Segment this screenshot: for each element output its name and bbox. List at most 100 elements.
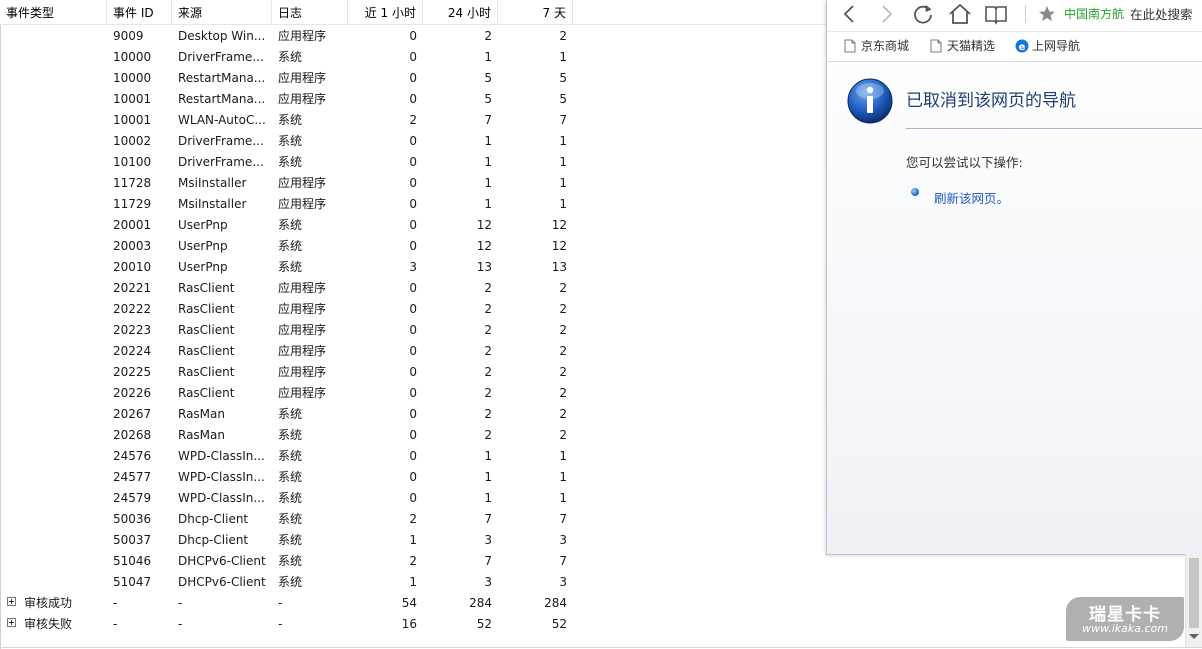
table-row[interactable]: 51046 DHCPv6-Client 系统 2 7 7 [0,551,600,572]
cell-last-hour: 0 [409,281,417,295]
cell-last-hour: 0 [409,239,417,253]
table-row[interactable]: 9009 Desktop Win... 应用程序 0 2 2 [0,26,600,47]
cell-event-id: 11728 [113,176,152,190]
cell-log: 应用程序 [278,344,327,358]
table-row[interactable]: 11728 MsiInstaller 应用程序 0 1 1 [0,173,600,194]
cell-log: 应用程序 [278,365,327,379]
cell-event-id: 10002 [113,134,152,148]
table-row[interactable]: 50036 Dhcp-Client 系统 2 7 7 [0,509,600,530]
cell-7-days: 7 [559,554,567,568]
column-header-source[interactable]: 来源 [172,0,272,24]
column-header-event-id[interactable]: 事件 ID [107,0,172,24]
favorite-label: 京东商城 [861,39,910,53]
cell-7-days: 1 [559,50,567,64]
cell-7-days: 1 [559,449,567,463]
cell-event-id: 11729 [113,197,152,211]
table-row[interactable]: 24576 WPD-ClassIn... 系统 0 1 1 [0,446,600,467]
expand-plus-icon[interactable] [7,597,16,606]
cell-24-hours: 7 [484,113,492,127]
table-row[interactable]: 10002 DriverFrame... 系统 0 1 1 [0,131,600,152]
column-header-event-type[interactable]: 事件类型 [0,0,107,24]
table-row[interactable]: 20221 RasClient 应用程序 0 2 2 [0,278,600,299]
table-row[interactable]: 10100 DriverFrame... 系统 0 1 1 [0,152,600,173]
cell-source: WLAN-AutoC... [178,113,266,127]
cell-event-id: 20225 [113,365,152,379]
cell-24-hours: 3 [484,533,492,547]
table-row[interactable]: 10001 RestartMana... 应用程序 0 5 5 [0,89,600,110]
table-row[interactable]: 20268 RasMan 系统 0 2 2 [0,425,600,446]
cell-log: 应用程序 [278,386,327,400]
cell-source: RestartMana... [178,92,266,106]
cell-last-hour: 1 [409,575,417,589]
table-row[interactable]: 20267 RasMan 系统 0 2 2 [0,404,600,425]
svg-text:e: e [1019,42,1026,53]
table-row[interactable]: 11729 MsiInstaller 应用程序 0 1 1 [0,194,600,215]
cell-24-hours: 2 [484,365,492,379]
search-box[interactable]: 在此处搜索 [1130,4,1193,23]
cell-7-days: 284 [544,596,567,610]
cell-source: - [178,596,183,610]
cell-log: 应用程序 [278,29,327,43]
site-name-link[interactable]: 中国南方航 [1064,5,1124,22]
cell-7-days: 1 [559,155,567,169]
column-header-log[interactable]: 日志 [272,0,348,24]
table-row[interactable]: 20222 RasClient 应用程序 0 2 2 [0,299,600,320]
cell-event-id: 10001 [113,92,152,106]
cell-24-hours: 1 [484,470,492,484]
cell-24-hours: 12 [476,218,492,232]
table-row[interactable]: 20010 UserPnp 系统 3 13 13 [0,257,600,278]
cell-last-hour: 0 [409,71,417,85]
cell-event-id: 10000 [113,50,152,64]
group-row[interactable]: 审核成功 - - - 54 284 284 [0,593,600,614]
expand-plus-icon[interactable] [7,618,16,627]
cell-log: 系统 [278,218,303,232]
cell-7-days: 1 [559,197,567,211]
reading-icon[interactable] [983,1,1009,27]
cell-7-days: 3 [559,575,567,589]
table-row[interactable]: 24579 WPD-ClassIn... 系统 0 1 1 [0,488,600,509]
table-row[interactable]: 20003 UserPnp 系统 0 12 12 [0,236,600,257]
cell-24-hours: 1 [484,491,492,505]
browser-toolbar: 中国南方航 在此处搜索 [827,0,1202,30]
cell-event-id: 50036 [113,512,152,526]
scroll-thumb[interactable] [1189,558,1199,628]
group-row[interactable]: 审核失败 - - - 16 52 52 [0,614,600,635]
cell-7-days: 2 [559,302,567,316]
scroll-down-arrow-icon[interactable] [1189,634,1199,639]
cell-event-id: 20001 [113,218,152,232]
table-row[interactable]: 24577 WPD-ClassIn... 系统 0 1 1 [0,467,600,488]
home-icon[interactable] [947,1,973,27]
table-row[interactable]: 20223 RasClient 应用程序 0 2 2 [0,320,600,341]
cell-event-id: 10001 [113,113,152,127]
cell-event-id: 20221 [113,281,152,295]
cell-log: 系统 [278,491,303,505]
table-row[interactable]: 20226 RasClient 应用程序 0 2 2 [0,383,600,404]
vertical-scrollbar[interactable] [1185,554,1202,647]
cell-24-hours: 3 [484,575,492,589]
refresh-icon[interactable] [910,1,936,27]
refresh-page-link[interactable]: 刷新该网页。 [934,188,1009,207]
table-row[interactable]: 20225 RasClient 应用程序 0 2 2 [0,362,600,383]
back-icon[interactable] [837,1,863,27]
table-row[interactable]: 10001 WLAN-AutoC... 系统 2 7 7 [0,110,600,131]
column-header-7-days[interactable]: 7 天 [498,0,573,24]
cell-24-hours: 1 [484,155,492,169]
cell-log: 应用程序 [278,92,327,106]
cell-24-hours: 13 [476,260,492,274]
cell-last-hour: 0 [409,407,417,421]
star-icon[interactable] [1034,1,1060,27]
table-row[interactable]: 20001 UserPnp 系统 0 12 12 [0,215,600,236]
cell-24-hours: 5 [484,71,492,85]
forward-icon[interactable] [873,1,899,27]
cell-log: 应用程序 [278,197,327,211]
table-row[interactable]: 20224 RasClient 应用程序 0 2 2 [0,341,600,362]
cell-source: DHCPv6-Client [178,575,266,589]
table-row[interactable]: 10000 RestartMana... 应用程序 0 5 5 [0,68,600,89]
cell-7-days: 7 [559,512,567,526]
table-row[interactable]: 50037 Dhcp-Client 系统 1 3 3 [0,530,600,551]
column-header-24-hours[interactable]: 24 小时 [423,0,498,24]
table-row[interactable]: 10000 DriverFrame... 系统 0 1 1 [0,47,600,68]
cell-log: 系统 [278,50,303,64]
column-header-last-hour[interactable]: 近 1 小时 [348,0,423,24]
table-row[interactable]: 51047 DHCPv6-Client 系统 1 3 3 [0,572,600,593]
